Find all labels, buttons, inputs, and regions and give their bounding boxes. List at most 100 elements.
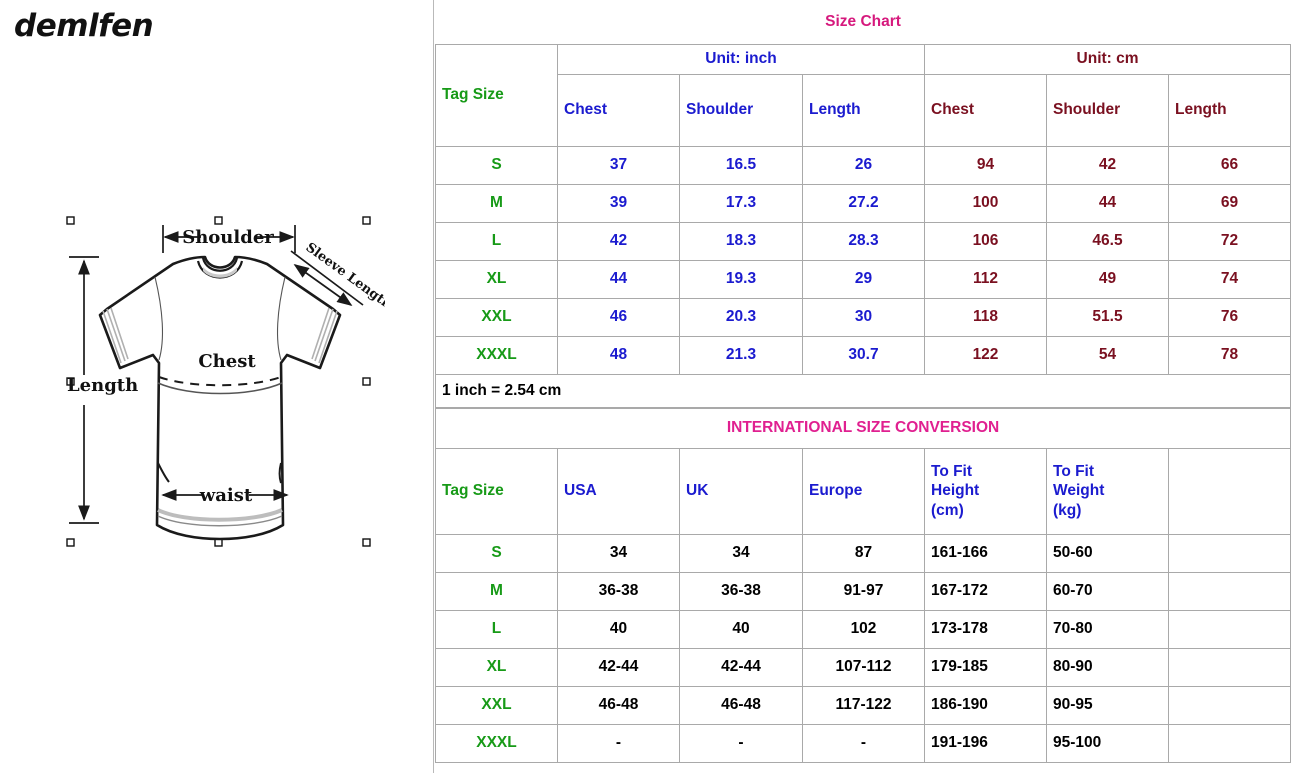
table-row: L 40 40 102 173-178 70-80 xyxy=(435,609,1292,649)
cell-tag-size: XL xyxy=(435,259,558,299)
cell-inch-shoulder: 21.3 xyxy=(679,335,803,375)
cell-usa: 46-48 xyxy=(557,685,680,725)
cell-inch-length: 30.7 xyxy=(802,335,925,375)
cell-tag-size: S xyxy=(435,145,558,185)
table-row: L 42 18.3 28.3 106 46.5 72 xyxy=(435,221,1292,261)
conversion-note-row: 1 inch = 2.54 cm xyxy=(434,373,1292,408)
cell-extra-empty xyxy=(1167,685,1292,725)
international-title-row: INTERNATIONAL SIZE CONVERSION xyxy=(434,407,1292,449)
measure-header-row: Chest Shoulder Length Chest Shoulder Len… xyxy=(436,73,1292,147)
diagram-label-length: Length xyxy=(67,375,138,396)
unit-group-header-row: Tag Size Unit: inch Unit: cm xyxy=(435,43,1292,147)
table-row: XL 42-44 42-44 107-112 179-185 80-90 xyxy=(435,647,1292,687)
header-to-fit-height: To Fit Height (cm) xyxy=(924,447,1047,535)
inch-to-cm-note: 1 inch = 2.54 cm xyxy=(434,373,1292,408)
cell-europe: 91-97 xyxy=(802,571,925,611)
cell-cm-chest: 100 xyxy=(924,183,1047,223)
table-row: S 34 34 87 161-166 50-60 xyxy=(435,533,1292,573)
tshirt-measurement-diagram: Shoulder Length Sleeve Length Chest wais… xyxy=(55,205,385,555)
cell-cm-shoulder: 49 xyxy=(1046,259,1169,299)
cell-usa: 34 xyxy=(557,533,680,573)
cell-inch-shoulder: 20.3 xyxy=(679,297,803,337)
cell-cm-chest: 122 xyxy=(924,335,1047,375)
cell-inch-chest: 39 xyxy=(557,183,680,223)
diagram-label-chest: Chest xyxy=(198,351,256,372)
cell-inch-chest: 48 xyxy=(557,335,680,375)
cell-weight: 70-80 xyxy=(1046,609,1169,649)
header-unit-cm: Unit: cm xyxy=(923,43,1292,75)
header-to-fit-weight-line3: (kg) xyxy=(1053,501,1082,519)
cell-uk: 46-48 xyxy=(679,685,803,725)
header-cm-length: Length xyxy=(1167,73,1292,147)
cell-inch-length: 27.2 xyxy=(802,183,925,223)
cell-extra-empty xyxy=(1167,571,1292,611)
cell-cm-shoulder: 42 xyxy=(1046,145,1169,185)
size-chart-title: Size Chart xyxy=(435,0,1291,45)
header-inch-length: Length xyxy=(802,73,925,147)
header-to-fit-height-line3: (cm) xyxy=(931,501,964,519)
cell-uk: 34 xyxy=(679,533,803,573)
cell-inch-length: 29 xyxy=(802,259,925,299)
cell-extra-empty xyxy=(1167,647,1292,687)
table-row: S 37 16.5 26 94 42 66 xyxy=(435,145,1292,185)
cell-extra-empty xyxy=(1167,609,1292,649)
table-row: XL 44 19.3 29 112 49 74 xyxy=(435,259,1292,299)
cell-tag-size: L xyxy=(435,221,558,261)
diagram-label-shoulder: Shoulder xyxy=(182,227,274,248)
cell-height: 179-185 xyxy=(924,647,1047,687)
cell-uk: - xyxy=(679,723,803,763)
cell-height: 167-172 xyxy=(924,571,1047,611)
left-illustration-panel: demlfen Shoulder Length Sleeve Length Ch… xyxy=(0,0,434,773)
cell-europe: - xyxy=(802,723,925,763)
cell-tag-size: XXXL xyxy=(435,335,558,375)
cell-inch-chest: 42 xyxy=(557,221,680,261)
header-uk: UK xyxy=(679,447,803,535)
cell-europe: 102 xyxy=(802,609,925,649)
header-cm-chest: Chest xyxy=(924,73,1047,147)
cell-usa: 40 xyxy=(557,609,680,649)
cell-inch-length: 30 xyxy=(802,297,925,337)
cell-cm-shoulder: 46.5 xyxy=(1046,221,1169,261)
cell-inch-shoulder: 19.3 xyxy=(679,259,803,299)
cell-intl-tag-size: XXL xyxy=(435,685,558,725)
table-row: M 36-38 36-38 91-97 167-172 60-70 xyxy=(435,571,1292,611)
cell-cm-chest: 106 xyxy=(924,221,1047,261)
header-inch-chest: Chest xyxy=(557,73,680,147)
cell-height: 191-196 xyxy=(924,723,1047,763)
header-to-fit-height-line2: Height xyxy=(931,482,980,500)
header-to-fit-weight-line2: Weight xyxy=(1053,482,1105,500)
cell-cm-length: 74 xyxy=(1167,259,1292,299)
table-row: XXL 46-48 46-48 117-122 186-190 90-95 xyxy=(435,685,1292,725)
cell-usa: 36-38 xyxy=(557,571,680,611)
cell-uk: 40 xyxy=(679,609,803,649)
table-row: XXL 46 20.3 30 118 51.5 76 xyxy=(435,297,1292,337)
cell-weight: 50-60 xyxy=(1046,533,1169,573)
cell-cm-length: 69 xyxy=(1167,183,1292,223)
cell-uk: 42-44 xyxy=(679,647,803,687)
header-to-fit-height-line1: To Fit xyxy=(931,462,973,480)
cell-inch-shoulder: 17.3 xyxy=(679,183,803,223)
cell-cm-length: 72 xyxy=(1167,221,1292,261)
header-to-fit-weight: To Fit Weight (kg) xyxy=(1046,447,1169,535)
international-size-conversion-table: INTERNATIONAL SIZE CONVERSION Tag Size U… xyxy=(434,407,1292,763)
cell-cm-length: 78 xyxy=(1167,335,1292,375)
cell-inch-shoulder: 18.3 xyxy=(679,221,803,261)
cell-intl-tag-size: XXXL xyxy=(435,723,558,763)
cell-cm-shoulder: 54 xyxy=(1046,335,1169,375)
international-title: INTERNATIONAL SIZE CONVERSION xyxy=(434,407,1292,449)
cell-intl-tag-size: XL xyxy=(435,647,558,687)
international-header-row: Tag Size USA UK Europe To Fit Height (cm… xyxy=(435,447,1292,535)
cell-inch-length: 26 xyxy=(802,145,925,185)
table-row: XXXL - - - 191-196 95-100 xyxy=(435,723,1292,763)
cell-weight: 90-95 xyxy=(1046,685,1169,725)
cell-tag-size: XXL xyxy=(435,297,558,337)
cell-cm-chest: 94 xyxy=(924,145,1047,185)
cell-weight: 80-90 xyxy=(1046,647,1169,687)
header-unit-inch: Unit: inch xyxy=(557,43,925,75)
header-tag-size: Tag Size xyxy=(435,43,558,147)
cell-cm-shoulder: 51.5 xyxy=(1046,297,1169,337)
header-inch-shoulder: Shoulder xyxy=(679,73,803,147)
header-extra-empty xyxy=(1167,447,1292,535)
cell-weight: 95-100 xyxy=(1046,723,1169,763)
cell-inch-chest: 44 xyxy=(557,259,680,299)
